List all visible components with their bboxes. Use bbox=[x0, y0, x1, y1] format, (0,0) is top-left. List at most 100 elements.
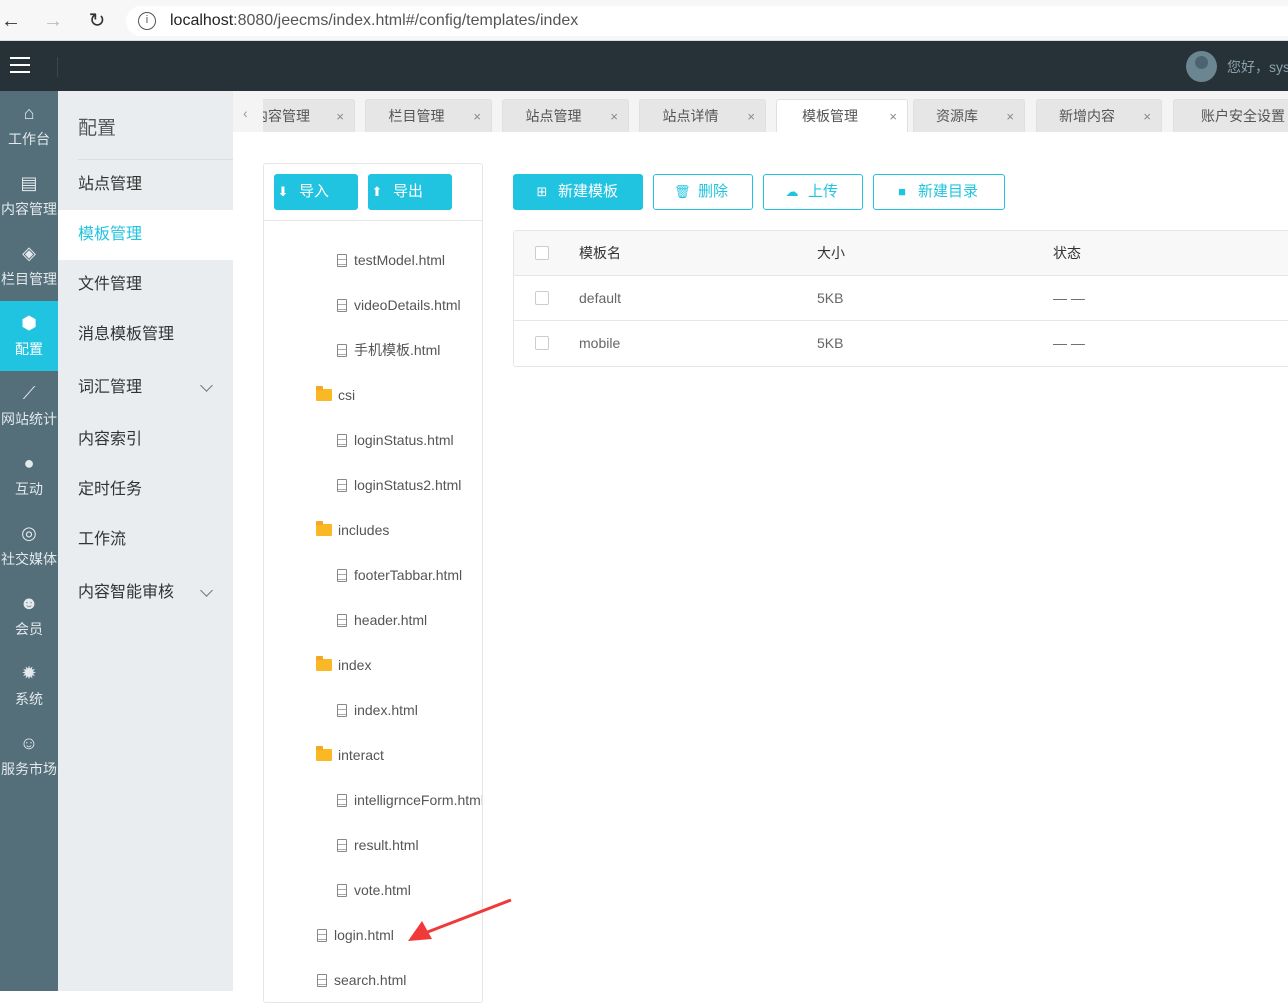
submenu-item-2[interactable]: 文件管理 bbox=[58, 260, 233, 310]
submenu-item-3[interactable]: 消息模板管理 bbox=[58, 310, 233, 360]
submenu-item-label: 模板管理 bbox=[78, 226, 143, 243]
close-icon[interactable]: × bbox=[889, 100, 897, 132]
tree-file[interactable]: header.html bbox=[337, 610, 427, 630]
tree-node-label: footerTabbar.html bbox=[354, 567, 463, 583]
close-icon[interactable]: × bbox=[747, 100, 755, 132]
tab-bar: ‹ 内容管理 × 栏目管理 × 站点管理 × 站点详情 × 模板管理 × 资源库 × 新增内容 × 账户安全… bbox=[233, 91, 1288, 132]
address-bar[interactable]: i localhost:8080/jeecms/index.html#/conf… bbox=[126, 6, 1288, 36]
tree-folder[interactable]: index bbox=[316, 655, 371, 675]
tree-file[interactable]: videoDetails.html bbox=[337, 295, 461, 315]
tab-7[interactable]: 账户安全设置 bbox=[1173, 99, 1288, 132]
import-button[interactable]: ⬇ 导入 bbox=[274, 174, 358, 210]
tab-label: 站点管理 bbox=[525, 108, 582, 124]
tree-file[interactable]: intelligrnceForm.html bbox=[337, 790, 482, 810]
submenu-item-1[interactable]: 模板管理 bbox=[58, 210, 233, 260]
tree-file[interactable]: footerTabbar.html bbox=[337, 565, 462, 585]
tree-node-label: header.html bbox=[354, 612, 428, 628]
rail-item-4[interactable]: ⟋ 网站统计 bbox=[0, 371, 58, 441]
rail-item-6[interactable]: ◎ 社交媒体 bbox=[0, 511, 58, 581]
submenu: 配置 站点管理 模板管理 文件管理 消息模板管理 词汇管理 内容索引 定时任务 工作流 内容智能… bbox=[58, 91, 233, 991]
delete-button[interactable]: 🗑 删除 bbox=[653, 174, 753, 210]
submenu-item-7[interactable]: 工作流 bbox=[58, 515, 233, 565]
rail-item-0[interactable]: ⌂ 工作台 bbox=[0, 91, 58, 161]
folder-icon bbox=[316, 521, 332, 536]
row-checkbox[interactable] bbox=[535, 291, 549, 305]
close-icon[interactable]: × bbox=[1143, 100, 1151, 132]
table-row[interactable]: mobile 5KB — — bbox=[514, 321, 1288, 366]
new-template-button[interactable]: ⊞ 新建模板 bbox=[513, 174, 643, 210]
avatar[interactable] bbox=[1186, 51, 1217, 82]
submenu-item-label: 工作流 bbox=[78, 531, 127, 548]
folder-icon bbox=[316, 386, 332, 401]
rail-item-8[interactable]: ✹ 系统 bbox=[0, 651, 58, 721]
column-header-size[interactable]: 大小 bbox=[817, 231, 845, 276]
column-header-name[interactable]: 模板名 bbox=[579, 231, 621, 276]
tab-2[interactable]: 站点管理 × bbox=[502, 99, 629, 132]
tab-4[interactable]: 模板管理 × bbox=[776, 99, 908, 132]
close-icon[interactable]: × bbox=[610, 100, 618, 132]
tree-file[interactable]: result.html bbox=[337, 835, 419, 855]
tab-0[interactable]: 内容管理 × bbox=[254, 99, 355, 132]
forward-icon[interactable]: → bbox=[40, 8, 66, 34]
submenu-item-8[interactable]: 内容智能审核 bbox=[58, 568, 233, 618]
chevron-down-icon[interactable] bbox=[200, 379, 213, 392]
submenu-item-6[interactable]: 定时任务 bbox=[58, 465, 233, 515]
submenu-item-label: 词汇管理 bbox=[78, 379, 143, 396]
tab-3[interactable]: 站点详情 × bbox=[639, 99, 766, 132]
app-header: 您好，sys bbox=[0, 41, 1288, 91]
rail-item-1[interactable]: ▤ 内容管理 bbox=[0, 161, 58, 231]
tree-file[interactable]: loginStatus.html bbox=[337, 430, 454, 450]
tree-file[interactable]: search.html bbox=[317, 970, 406, 990]
file-icon bbox=[337, 704, 347, 717]
tree-file[interactable]: testModel.html bbox=[337, 250, 445, 270]
rail-item-9[interactable]: ☺ 服务市场 bbox=[0, 721, 58, 791]
submenu-item-4[interactable]: 词汇管理 bbox=[58, 363, 233, 413]
template-name[interactable]: mobile bbox=[579, 321, 620, 366]
new-directory-button[interactable]: ■ 新建目录 bbox=[873, 174, 1005, 210]
tree-file[interactable]: loginStatus2.html bbox=[337, 475, 461, 495]
reload-icon[interactable]: ↻ bbox=[84, 8, 110, 34]
close-icon[interactable]: × bbox=[473, 100, 481, 132]
template-name[interactable]: default bbox=[579, 276, 621, 321]
table-row[interactable]: default 5KB — — bbox=[514, 276, 1288, 321]
close-icon[interactable]: × bbox=[1006, 100, 1014, 132]
close-icon[interactable]: × bbox=[336, 100, 344, 132]
tab-5[interactable]: 资源库 × bbox=[913, 99, 1025, 132]
submenu-item-0[interactable]: 站点管理 bbox=[58, 160, 233, 210]
submenu-item-label: 内容索引 bbox=[78, 431, 143, 448]
tree-node-label: loginStatus.html bbox=[354, 432, 454, 448]
row-checkbox[interactable] bbox=[535, 336, 549, 350]
home-icon: ⌂ bbox=[23, 103, 35, 123]
submenu-item-5[interactable]: 内容索引 bbox=[58, 415, 233, 465]
file-icon bbox=[337, 434, 347, 447]
menu-toggle-icon[interactable] bbox=[10, 57, 30, 75]
back-icon[interactable]: ← bbox=[0, 8, 24, 34]
rail-item-3[interactable]: ⬢ 配置 bbox=[0, 301, 58, 371]
rail-item-7[interactable]: ☻ 会员 bbox=[0, 581, 58, 651]
tree-file[interactable]: 手机模板.html bbox=[337, 340, 440, 360]
tab-scroll-left-icon[interactable]: ‹ bbox=[243, 105, 248, 121]
user-greeting[interactable]: 您好，sys bbox=[1227, 57, 1288, 77]
tab-label: 内容管理 bbox=[254, 108, 310, 124]
rail-item-5[interactable]: ● 互动 bbox=[0, 441, 58, 511]
chart-line-icon: ⟋ bbox=[22, 383, 36, 403]
chevron-down-icon[interactable] bbox=[200, 584, 213, 597]
file-icon bbox=[337, 344, 347, 357]
column-header-status[interactable]: 状态 bbox=[1053, 231, 1081, 276]
rail-item-2[interactable]: ◈ 栏目管理 bbox=[0, 231, 58, 301]
tree-folder[interactable]: includes bbox=[316, 520, 389, 540]
tab-6[interactable]: 新增内容 × bbox=[1036, 99, 1162, 132]
export-button[interactable]: ⬆ 导出 bbox=[368, 174, 452, 210]
upload-button[interactable]: ☁ 上传 bbox=[763, 174, 863, 210]
file-icon bbox=[337, 479, 347, 492]
url-text[interactable]: localhost:8080/jeecms/index.html#/config… bbox=[170, 12, 578, 30]
rail-item-label: 网站统计 bbox=[1, 411, 57, 427]
tree-file[interactable]: index.html bbox=[337, 700, 418, 720]
tree-node-label: result.html bbox=[354, 837, 419, 853]
tab-1[interactable]: 栏目管理 × bbox=[365, 99, 492, 132]
tree-folder[interactable]: interact bbox=[316, 745, 384, 765]
tree-file[interactable]: login.html bbox=[317, 925, 394, 945]
info-icon[interactable]: i bbox=[138, 12, 156, 30]
tree-folder[interactable]: csi bbox=[316, 385, 355, 405]
select-all-checkbox[interactable] bbox=[535, 246, 549, 260]
